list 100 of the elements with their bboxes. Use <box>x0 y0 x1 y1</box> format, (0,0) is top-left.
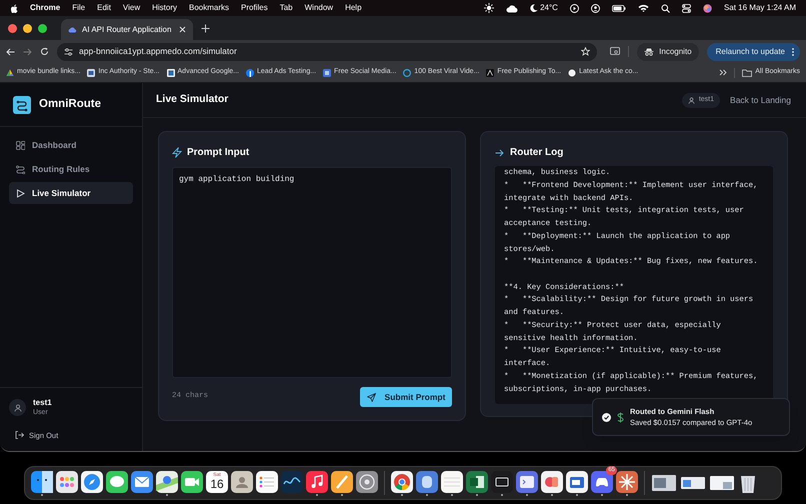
address-bar[interactable]: app-bnnoiica1ypt.appmedo.com/simulator <box>57 42 598 60</box>
moon-icon[interactable] <box>530 4 538 12</box>
app-menu-title[interactable]: Chrome <box>30 2 60 14</box>
nav-item[interactable]: Routing Rules <box>9 158 133 180</box>
calendar-date: 16 <box>210 478 224 490</box>
cloud-icon <box>68 26 77 32</box>
list-icon[interactable] <box>256 470 278 492</box>
speech-bubble-icon[interactable] <box>106 470 128 492</box>
forward-arrow-icon[interactable] <box>23 48 32 56</box>
chrome-icon[interactable] <box>391 470 413 492</box>
temperature-text: 24°C <box>540 2 558 14</box>
orb-icon[interactable] <box>702 4 712 12</box>
plus-icon[interactable] <box>201 24 210 32</box>
sign-out-icon <box>15 431 24 440</box>
music-note-icon[interactable] <box>306 470 328 492</box>
cloud-icon[interactable] <box>506 4 518 12</box>
menu-item[interactable]: Profiles <box>241 2 268 14</box>
card-title: Prompt Input <box>187 146 250 160</box>
nav-item[interactable]: Dashboard <box>9 134 133 156</box>
back-to-landing-link[interactable]: Back to Landing <box>730 94 791 106</box>
tab-title: AI API Router Application <box>82 24 172 36</box>
triangle-icon <box>6 68 14 76</box>
user-icon[interactable] <box>590 4 600 12</box>
close-icon[interactable] <box>8 24 17 32</box>
nav-item[interactable]: Live Simulator <box>9 182 133 204</box>
pencil-icon[interactable] <box>331 470 353 492</box>
square-icon <box>486 68 494 76</box>
document-window-icon[interactable] <box>566 470 588 492</box>
menu-item[interactable]: View <box>122 2 140 14</box>
game-controller-icon[interactable] <box>591 470 613 492</box>
browser-tab[interactable]: AI API Router Application <box>61 19 193 40</box>
search-icon[interactable] <box>660 4 670 12</box>
reload-icon[interactable] <box>40 47 49 56</box>
circle-icon <box>246 68 254 76</box>
minimize-icon[interactable] <box>23 24 32 32</box>
square-icon <box>87 68 96 76</box>
contact-card-icon[interactable] <box>231 470 253 492</box>
circle-icon <box>568 68 576 76</box>
close-icon[interactable] <box>179 26 186 33</box>
wifi-icon[interactable] <box>638 4 649 12</box>
incognito-button[interactable]: Incognito <box>637 42 699 60</box>
envelope-icon[interactable] <box>131 470 153 492</box>
tv-icon[interactable] <box>491 470 513 492</box>
lightning-icon <box>172 147 182 158</box>
dots-grid-icon[interactable] <box>56 470 78 492</box>
window-thumbnail-icon[interactable] <box>651 473 677 493</box>
lined-paper-icon[interactable] <box>441 470 463 492</box>
back-arrow-icon[interactable] <box>6 48 15 56</box>
card-title: Router Log <box>510 146 564 160</box>
menu-item[interactable]: File <box>72 2 86 14</box>
map-icon[interactable] <box>156 470 178 492</box>
page-title: Live Simulator <box>156 92 230 108</box>
menu-item[interactable]: Window <box>304 2 334 14</box>
route-logo-icon <box>13 96 31 114</box>
battery-icon[interactable] <box>612 4 626 12</box>
send-icon <box>366 392 376 402</box>
prompt-input-field[interactable]: gym application building <box>172 167 452 378</box>
gear-icon[interactable] <box>356 470 378 492</box>
chevrons-icon[interactable] <box>719 69 728 76</box>
capsule-icon[interactable] <box>416 470 438 492</box>
square-icon <box>166 68 175 76</box>
menu-item[interactable]: Bookmarks <box>189 2 230 14</box>
user-name: test1 <box>33 398 52 408</box>
starburst-icon[interactable] <box>616 470 638 492</box>
play-icon[interactable] <box>570 4 579 12</box>
arrow-right-icon <box>495 148 504 156</box>
ring-icon <box>403 68 412 76</box>
menu-item[interactable]: Edit <box>97 2 111 14</box>
spreadsheet-icon[interactable] <box>466 470 488 492</box>
tab-search-icon[interactable] <box>610 47 620 56</box>
submit-prompt-button[interactable]: Submit Prompt <box>360 387 452 407</box>
video-camera-icon[interactable] <box>181 470 203 492</box>
play-icon <box>16 188 25 198</box>
compass-icon[interactable] <box>81 470 103 492</box>
toggles-icon[interactable] <box>682 4 691 12</box>
folder-icon <box>742 68 752 76</box>
shapes-icon[interactable] <box>541 470 563 492</box>
relaunch-button[interactable]: Relaunch to update <box>706 42 800 60</box>
user-icon <box>14 404 22 412</box>
incognito-icon <box>644 48 654 56</box>
site-settings-icon <box>64 48 73 56</box>
star-icon[interactable] <box>581 47 590 56</box>
apple-icon <box>10 4 18 12</box>
brand-name: OmniRoute <box>39 96 101 112</box>
maximize-icon[interactable] <box>38 24 47 32</box>
window-thumbnail-icon[interactable] <box>709 473 735 493</box>
route-icon <box>16 164 25 174</box>
url-text: app-bnnoiica1ypt.appmedo.com/simulator <box>79 45 238 58</box>
menu-item[interactable]: History <box>152 2 178 14</box>
menu-item[interactable]: Help <box>345 2 362 14</box>
terminal-window-icon[interactable] <box>516 470 538 492</box>
grid-icon <box>16 140 25 150</box>
square-icon <box>323 68 332 76</box>
clock-text: Sat 16 May 1:24 AM <box>724 2 796 14</box>
menu-item[interactable]: Tab <box>280 2 293 14</box>
check-circle-icon <box>602 412 611 422</box>
wave-icon[interactable] <box>281 470 303 492</box>
user-icon <box>688 96 695 104</box>
dollar-icon <box>617 412 624 422</box>
brightness-icon[interactable] <box>484 3 494 13</box>
